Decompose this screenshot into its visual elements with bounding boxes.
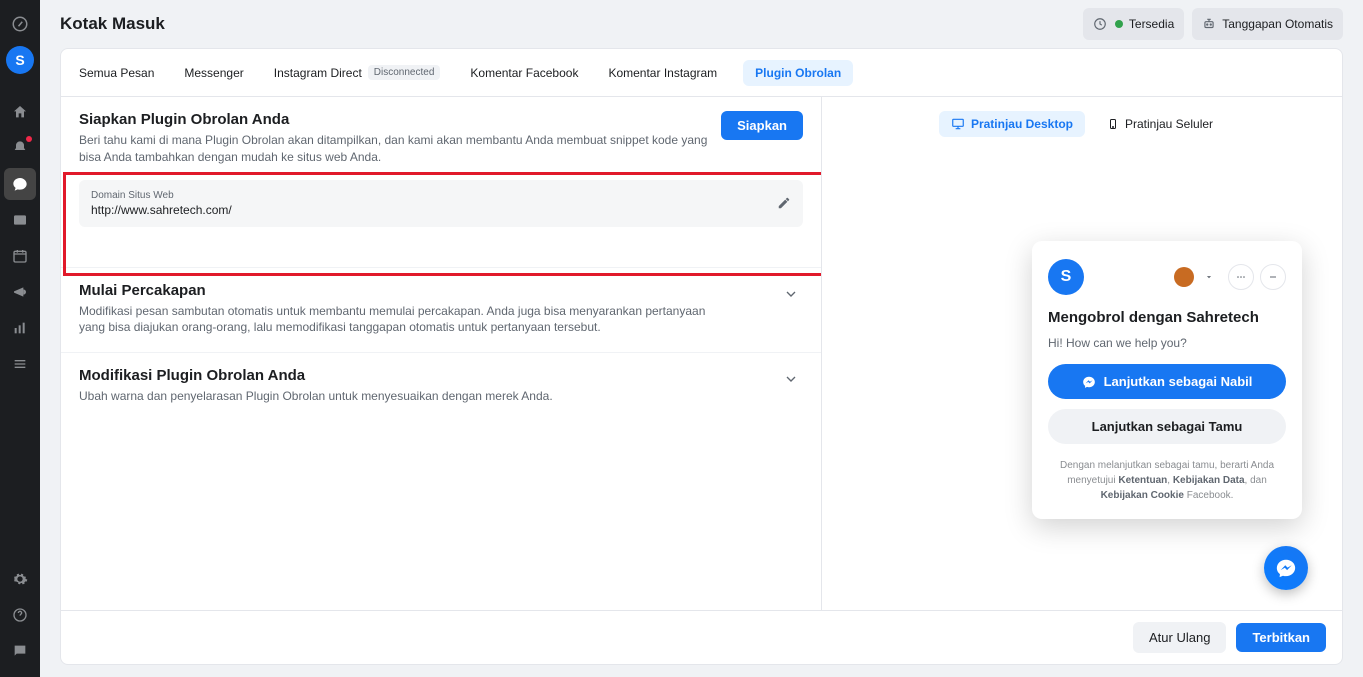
continue-as-user-button[interactable]: Lanjutkan sebagai Nabil	[1048, 364, 1286, 399]
rail-logo-icon[interactable]	[4, 8, 36, 40]
rail-posts-icon[interactable]	[4, 204, 36, 236]
preview-mobile-tab[interactable]: Pratinjau Seluler	[1095, 111, 1225, 137]
auto-response-label: Tanggapan Otomatis	[1222, 17, 1333, 31]
chevron-down-icon[interactable]	[779, 282, 803, 306]
chat-widget: S Mengobrol dengan Sahretech Hi! How can…	[1032, 241, 1302, 519]
preview-panel: Pratinjau Desktop Pratinjau Seluler S	[822, 97, 1342, 610]
chat-greeting: Hi! How can we help you?	[1048, 336, 1286, 350]
link-terms[interactable]: Ketentuan	[1118, 475, 1167, 486]
chat-title: Mengobrol dengan Sahretech	[1048, 309, 1286, 326]
rail-profile[interactable]: S	[4, 44, 36, 76]
messenger-icon	[1082, 375, 1096, 389]
domain-value: http://www.sahretech.com/	[91, 203, 759, 217]
page-title: Kotak Masuk	[60, 14, 165, 34]
footer-bar: Atur Ulang Terbitkan	[61, 610, 1342, 664]
tab-label: Messenger	[184, 66, 243, 80]
tab-semua-pesan[interactable]: Semua Pesan	[75, 60, 158, 86]
tab-badge: Disconnected	[368, 65, 441, 80]
rail-home-icon[interactable]	[4, 96, 36, 128]
rail-bell-icon[interactable]	[4, 132, 36, 164]
chat-disclaimer: Dengan melanjutkan sebagai tamu, berarti…	[1048, 458, 1286, 503]
rail-insights-icon[interactable]	[4, 312, 36, 344]
start-desc: Modifikasi pesan sambutan otomatis untuk…	[79, 303, 719, 337]
avatar-letter: S	[15, 52, 24, 68]
link-cookie-policy[interactable]: Kebijakan Cookie	[1101, 490, 1184, 501]
rail-help-icon[interactable]	[4, 599, 36, 631]
status-dot	[1115, 20, 1123, 28]
content-card: Semua Pesan Messenger Instagram Direct Di…	[60, 48, 1343, 665]
preview-desktop-tab[interactable]: Pratinjau Desktop	[939, 111, 1085, 137]
tab-label: Komentar Instagram	[608, 66, 717, 80]
messenger-fab[interactable]	[1264, 546, 1308, 590]
tab-messenger[interactable]: Messenger	[180, 60, 247, 86]
section-start-conversation: Mulai Percakapan Modifikasi pesan sambut…	[61, 268, 821, 354]
chevron-down-icon[interactable]	[779, 367, 803, 391]
tab-komentar-facebook[interactable]: Komentar Facebook	[466, 60, 582, 86]
avatar: S	[6, 46, 34, 74]
preview-desktop-label: Pratinjau Desktop	[971, 117, 1073, 131]
tab-plugin-obrolan[interactable]: Plugin Obrolan	[743, 60, 853, 86]
tab-label: Instagram Direct	[274, 66, 362, 80]
desktop-icon	[951, 117, 965, 131]
robot-icon	[1202, 17, 1216, 31]
modify-title: Modifikasi Plugin Obrolan Anda	[79, 367, 779, 384]
mobile-icon	[1107, 117, 1119, 131]
more-icon[interactable]	[1228, 264, 1254, 290]
tab-label: Komentar Facebook	[470, 66, 578, 80]
left-nav-rail: S	[0, 0, 40, 677]
link-data-policy[interactable]: Kebijakan Data	[1173, 475, 1245, 486]
rail-menu-icon[interactable]	[4, 348, 36, 380]
messenger-icon	[1275, 557, 1297, 579]
setup-button[interactable]: Siapkan	[721, 111, 803, 140]
setup-title: Siapkan Plugin Obrolan Anda	[79, 111, 721, 128]
clock-icon	[1093, 17, 1107, 31]
section-setup: Siapkan Plugin Obrolan Anda Beri tahu ka…	[61, 97, 821, 268]
continue-guest-button[interactable]: Lanjutkan sebagai Tamu	[1048, 409, 1286, 444]
tab-label: Semua Pesan	[79, 66, 154, 80]
rail-ads-icon[interactable]	[4, 276, 36, 308]
continue-as-label: Lanjutkan sebagai Nabil	[1104, 374, 1253, 389]
continue-guest-label: Lanjutkan sebagai Tamu	[1092, 419, 1243, 434]
setup-desc: Beri tahu kami di mana Plugin Obrolan ak…	[79, 132, 719, 166]
preview-mobile-label: Pratinjau Seluler	[1125, 117, 1213, 131]
notification-dot	[26, 136, 32, 142]
minimize-icon[interactable]	[1260, 264, 1286, 290]
tab-komentar-instagram[interactable]: Komentar Instagram	[604, 60, 721, 86]
modify-desc: Ubah warna dan penyelarasan Plugin Obrol…	[79, 388, 719, 405]
preview-stage: S Mengobrol dengan Sahretech Hi! How can…	[822, 151, 1342, 610]
chat-avatar-letter: S	[1061, 268, 1072, 286]
main-area: Kotak Masuk Tersedia Tanggapan Otomatis …	[40, 0, 1363, 677]
start-title: Mulai Percakapan	[79, 282, 779, 299]
publish-button[interactable]: Terbitkan	[1236, 623, 1326, 652]
domain-label: Domain Situs Web	[91, 190, 759, 201]
rail-settings-icon[interactable]	[4, 563, 36, 595]
preview-tabs: Pratinjau Desktop Pratinjau Seluler	[822, 97, 1342, 151]
reset-button[interactable]: Atur Ulang	[1133, 622, 1226, 653]
inbox-tabs: Semua Pesan Messenger Instagram Direct Di…	[61, 49, 1342, 97]
auto-response-button[interactable]: Tanggapan Otomatis	[1192, 8, 1343, 40]
rail-calendar-icon[interactable]	[4, 240, 36, 272]
availability-button[interactable]: Tersedia	[1083, 8, 1184, 40]
rail-chat-icon[interactable]	[4, 168, 36, 200]
tab-label: Plugin Obrolan	[755, 66, 841, 80]
rail-feedback-icon[interactable]	[4, 635, 36, 667]
edit-icon[interactable]	[777, 196, 791, 210]
dropdown-icon[interactable]	[1196, 264, 1222, 290]
chat-page-avatar: S	[1048, 259, 1084, 295]
section-modify-plugin: Modifikasi Plugin Obrolan Anda Ubah warn…	[61, 353, 821, 421]
header-bar: Kotak Masuk Tersedia Tanggapan Otomatis	[40, 0, 1363, 48]
domain-field[interactable]: Domain Situs Web http://www.sahretech.co…	[79, 180, 803, 227]
availability-label: Tersedia	[1129, 17, 1174, 31]
tab-instagram-direct[interactable]: Instagram Direct Disconnected	[270, 59, 445, 86]
settings-panel: Siapkan Plugin Obrolan Anda Beri tahu ka…	[61, 97, 822, 610]
user-avatar	[1174, 267, 1194, 287]
